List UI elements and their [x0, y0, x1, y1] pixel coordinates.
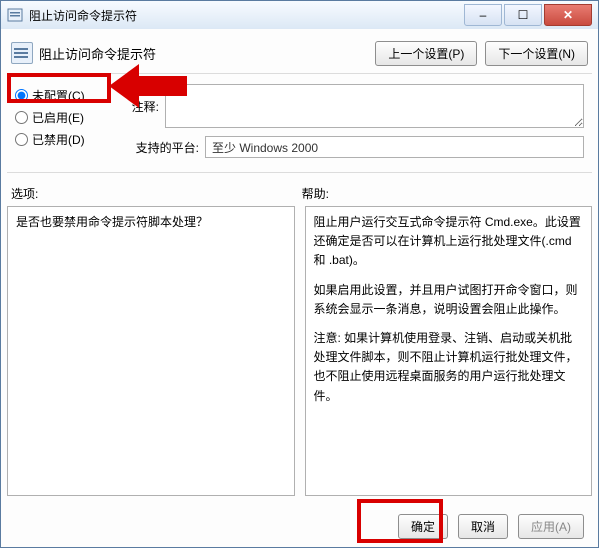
next-setting-button[interactable]: 下一个设置(N) — [485, 41, 588, 66]
help-paragraph: 如果启用此设置，并且用户试图打开命令窗口，则系统会显示一条消息，说明设置会阻止此… — [314, 281, 584, 319]
options-heading: 选项: — [7, 185, 298, 202]
comment-row: 注释: — [119, 84, 584, 128]
options-text: 是否也要禁用命令提示符脚本处理？ — [16, 215, 208, 229]
options-panel: 是否也要禁用命令提示符脚本处理？ — [7, 206, 295, 496]
help-panel: 阻止用户运行交互式命令提示符 Cmd.exe。此设置还确定是否可以在计算机上运行… — [305, 206, 593, 496]
ok-button[interactable]: 确定 — [398, 514, 448, 539]
help-paragraph: 阻止用户运行交互式命令提示符 Cmd.exe。此设置还确定是否可以在计算机上运行… — [314, 213, 584, 271]
panels: 是否也要禁用命令提示符脚本处理？ 阻止用户运行交互式命令提示符 Cmd.exe。… — [7, 206, 592, 496]
radio-group: 未配置(C) 已启用(E) 已禁用(D) — [7, 80, 119, 170]
config-right: 注释: 支持的平台: 至少 Windows 2000 — [119, 80, 592, 170]
page-title: 阻止访问命令提示符 — [39, 44, 156, 63]
help-paragraph: 注意: 如果计算机使用登录、注销、启动或关机批处理文件脚本，则不阻止计算机运行批… — [314, 329, 584, 406]
titlebar-buttons: – ☐ ✕ — [464, 4, 598, 26]
header-row: 阻止访问命令提示符 上一个设置(P) 下一个设置(N) — [7, 35, 592, 71]
comment-label: 注释: — [119, 98, 165, 115]
radio-not-configured-label: 未配置(C) — [32, 87, 85, 104]
minimize-button[interactable]: – — [464, 4, 502, 26]
radio-not-configured[interactable]: 未配置(C) — [15, 84, 115, 106]
next-setting-label: 下一个设置(N) — [498, 45, 575, 62]
platform-row: 支持的平台: 至少 Windows 2000 — [119, 136, 584, 158]
header-buttons: 上一个设置(P) 下一个设置(N) — [375, 41, 592, 66]
apply-button[interactable]: 应用(A) — [518, 514, 584, 539]
section-labels: 选项: 帮助: — [7, 185, 592, 202]
footer-buttons: 确定 取消 应用(A) — [398, 514, 584, 539]
prev-setting-label: 上一个设置(P) — [388, 45, 464, 62]
divider-2 — [7, 172, 592, 173]
radio-enabled-label: 已启用(E) — [32, 109, 84, 126]
radio-disabled-label: 已禁用(D) — [32, 131, 85, 148]
radio-not-configured-input[interactable] — [15, 89, 28, 102]
policy-app-icon — [7, 7, 23, 23]
config-area: 未配置(C) 已启用(E) 已禁用(D) 注释: 支持的平台: — [7, 80, 592, 170]
radio-enabled[interactable]: 已启用(E) — [15, 106, 115, 128]
cancel-label: 取消 — [471, 518, 495, 535]
cancel-button[interactable]: 取消 — [458, 514, 508, 539]
comment-input[interactable] — [165, 84, 584, 128]
client-area: 阻止访问命令提示符 上一个设置(P) 下一个设置(N) 未配置(C) 已启用(E… — [1, 29, 598, 547]
platform-label: 支持的平台: — [119, 139, 205, 156]
radio-disabled-input[interactable] — [15, 133, 28, 146]
apply-label: 应用(A) — [531, 518, 571, 535]
policy-icon — [11, 42, 33, 64]
prev-setting-button[interactable]: 上一个设置(P) — [375, 41, 477, 66]
help-heading: 帮助: — [298, 185, 589, 202]
ok-label: 确定 — [411, 518, 435, 535]
titlebar-left: 阻止访问命令提示符 — [1, 7, 137, 24]
close-button[interactable]: ✕ — [544, 4, 592, 26]
header-left: 阻止访问命令提示符 — [7, 42, 156, 64]
window-title: 阻止访问命令提示符 — [29, 7, 137, 24]
titlebar: 阻止访问命令提示符 – ☐ ✕ — [1, 1, 598, 30]
divider — [7, 73, 592, 74]
radio-enabled-input[interactable] — [15, 111, 28, 124]
maximize-button[interactable]: ☐ — [504, 4, 542, 26]
platform-value: 至少 Windows 2000 — [205, 136, 584, 158]
radio-disabled[interactable]: 已禁用(D) — [15, 128, 115, 150]
dialog-window: 阻止访问命令提示符 – ☐ ✕ 阻止访问命令提示符 上一个设置(P) 下一个设置… — [0, 0, 599, 548]
